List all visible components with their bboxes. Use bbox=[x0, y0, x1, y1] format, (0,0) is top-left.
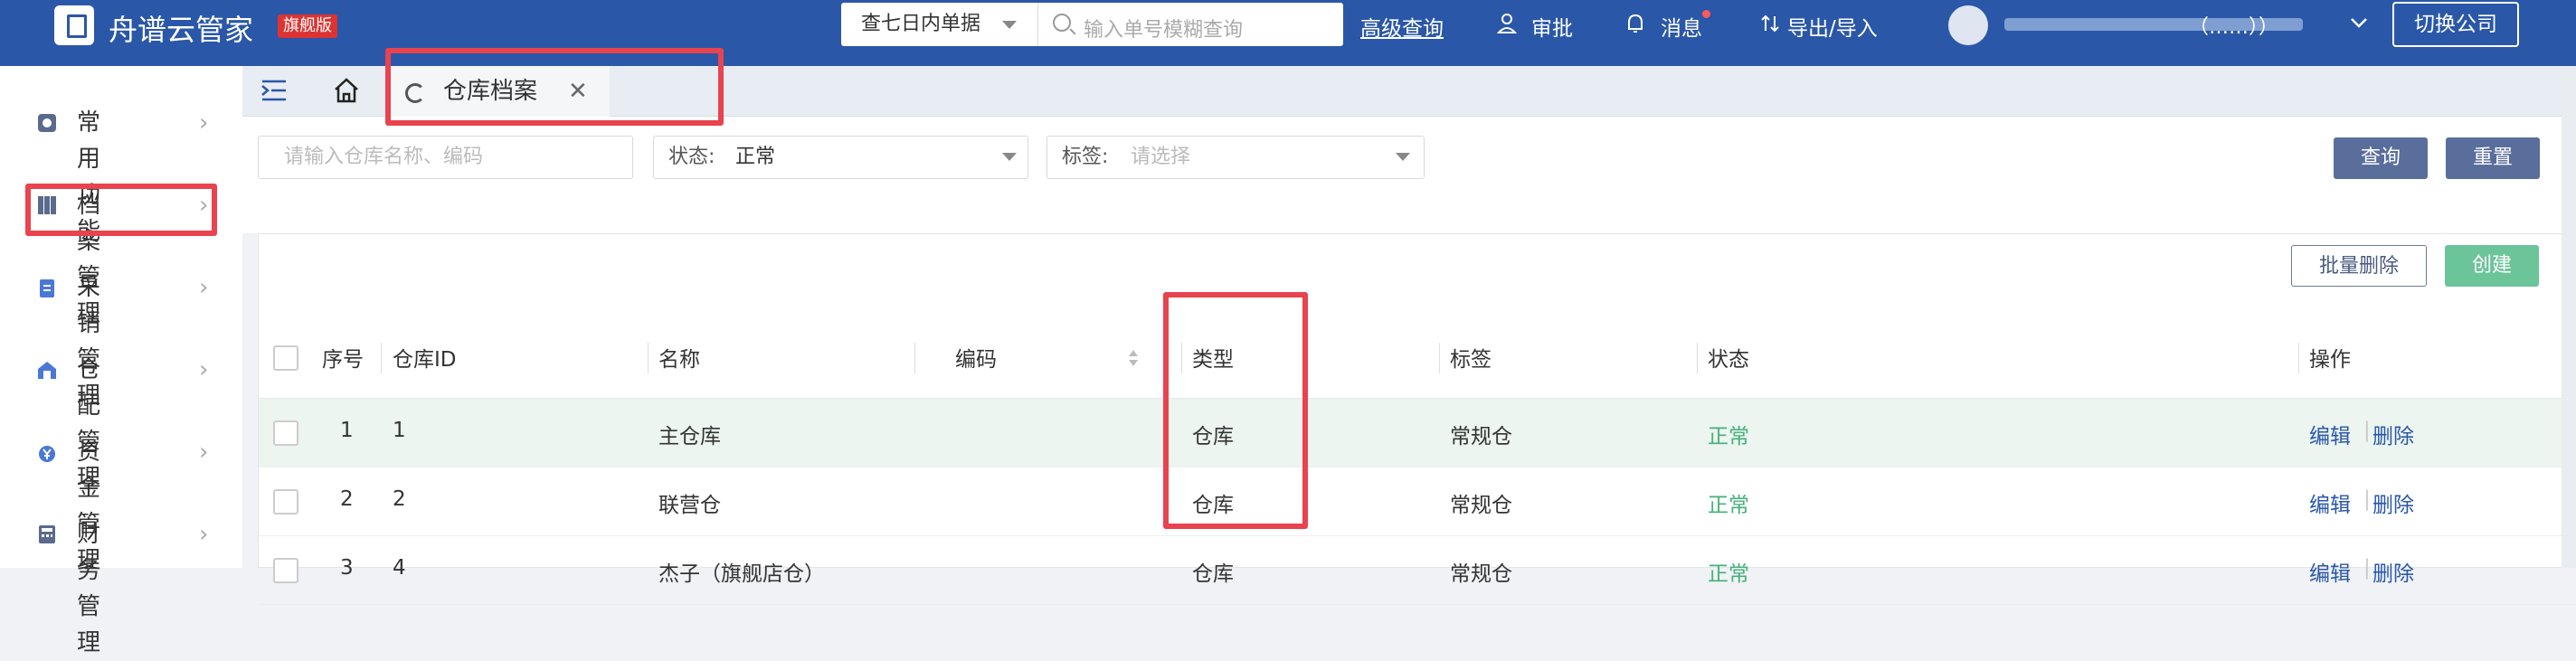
name-search-placeholder: 请输入仓库名称、编码 bbox=[284, 146, 484, 168]
money-bag-icon bbox=[39, 446, 55, 462]
warehouse-icon bbox=[38, 362, 56, 379]
edit-link[interactable]: 编辑 bbox=[2309, 487, 2351, 518]
cell-id: 2 bbox=[393, 487, 406, 511]
column-divider bbox=[1439, 343, 1440, 373]
status-select[interactable]: 状态: 正常 bbox=[653, 136, 1028, 179]
search-icon bbox=[1053, 14, 1071, 32]
cell-tag: 常规仓 bbox=[1450, 425, 1512, 449]
app-logo-icon bbox=[54, 5, 94, 45]
cell-status: 正常 bbox=[1708, 562, 1749, 586]
approval-link[interactable]: 审批 bbox=[1531, 11, 1573, 42]
column-divider bbox=[914, 343, 915, 373]
sort-arrows-icon bbox=[1761, 14, 1779, 33]
status-value: 正常 bbox=[735, 146, 776, 168]
cell-status: 正常 bbox=[1708, 425, 1749, 449]
chevron-down-icon[interactable] bbox=[2350, 16, 2368, 29]
bell-icon bbox=[1628, 14, 1643, 33]
tag-select[interactable]: 标签: 请选择 bbox=[1046, 136, 1425, 179]
cell-name: 联营仓 bbox=[658, 494, 721, 517]
table-row[interactable]: 2 2 联营仓 仓库 常规仓 正常 编辑 | 删除 bbox=[259, 467, 2576, 536]
cell-tag: 常规仓 bbox=[1450, 494, 1512, 517]
delete-link[interactable]: 删除 bbox=[2372, 556, 2414, 587]
search-input[interactable]: 输入单号模糊查询 bbox=[1084, 14, 1243, 42]
query-button[interactable]: 查询 bbox=[2334, 137, 2428, 179]
select-all-checkbox[interactable] bbox=[273, 345, 298, 371]
cell-status: 正常 bbox=[1708, 494, 1749, 517]
home-icon[interactable] bbox=[333, 77, 360, 104]
name-search-input[interactable]: 请输入仓库名称、编码 bbox=[258, 136, 633, 179]
cell-id: 1 bbox=[393, 419, 406, 442]
action-divider: | bbox=[2363, 487, 2371, 511]
chevron-right-icon: › bbox=[199, 274, 209, 301]
highlight-box-tab bbox=[385, 48, 724, 126]
chevron-right-icon: › bbox=[199, 356, 209, 383]
batch-delete-button[interactable]: 批量删除 bbox=[2291, 245, 2427, 287]
edition-badge: 旗舰版 bbox=[278, 14, 337, 38]
row-checkbox[interactable] bbox=[273, 558, 298, 583]
tag-placeholder: 请选择 bbox=[1131, 146, 1191, 168]
header-code: 编码 bbox=[955, 348, 997, 372]
table-panel: 批量删除 创建 序号 仓库ID 名称 编码 类型 标签 状态 操作 1 1 主仓… bbox=[258, 233, 2576, 605]
header-status: 状态 bbox=[1708, 348, 1749, 372]
cell-index: 3 bbox=[340, 556, 354, 580]
table-row[interactable]: 1 1 主仓库 仓库 常规仓 正常 编辑 | 删除 bbox=[259, 399, 2576, 467]
column-divider bbox=[648, 343, 649, 373]
column-divider bbox=[1697, 343, 1698, 373]
caret-down-icon bbox=[1002, 153, 1017, 168]
sidebar-item-label: 财务管理 bbox=[77, 521, 101, 656]
cell-tag: 常规仓 bbox=[1450, 562, 1512, 586]
tag-label: 标签: bbox=[1062, 146, 1109, 168]
caret-down-icon bbox=[1396, 153, 1410, 168]
export-import-link[interactable]: 导出/导入 bbox=[1787, 11, 1878, 42]
action-divider: | bbox=[2363, 556, 2371, 580]
delete-link[interactable]: 删除 bbox=[2372, 419, 2414, 449]
avatar[interactable] bbox=[1948, 5, 1988, 45]
search-scope-select[interactable]: 查七日内单据 bbox=[841, 3, 1038, 46]
messages-link[interactable]: 消息 bbox=[1661, 11, 1702, 42]
cell-id: 4 bbox=[393, 556, 406, 580]
action-divider: | bbox=[2363, 419, 2371, 442]
app-name: 舟谱云管家 bbox=[109, 13, 254, 47]
header-tag: 标签 bbox=[1450, 348, 1492, 372]
calculator-icon bbox=[39, 525, 55, 543]
clipboard-icon bbox=[40, 279, 54, 297]
message-dot bbox=[1702, 10, 1710, 18]
row-checkbox[interactable] bbox=[273, 489, 298, 515]
collapse-menu-icon[interactable] bbox=[260, 79, 288, 102]
header-id: 仓库ID bbox=[393, 348, 457, 372]
header-index: 序号 bbox=[322, 348, 364, 372]
reset-button[interactable]: 重置 bbox=[2446, 137, 2540, 179]
cell-name: 杰子（旗舰店仓） bbox=[658, 562, 825, 586]
approval-icon bbox=[1497, 14, 1517, 33]
advanced-search-link[interactable]: 高级查询 bbox=[1360, 11, 1444, 42]
cell-type: 仓库 bbox=[1192, 562, 1234, 586]
header-name: 名称 bbox=[658, 348, 700, 372]
column-divider bbox=[381, 343, 382, 373]
edit-link[interactable]: 编辑 bbox=[2309, 556, 2351, 587]
common-functions-icon bbox=[38, 114, 56, 132]
sidebar: 常用功能 › 档案管理 › 采销管理 › 仓配管理 › 资金管理 › 财务管理 … bbox=[0, 66, 242, 656]
switch-company-button[interactable]: 切换公司 bbox=[2392, 2, 2519, 47]
chevron-right-icon: › bbox=[199, 109, 209, 137]
status-label: 状态: bbox=[668, 146, 715, 168]
delete-link[interactable]: 删除 bbox=[2372, 487, 2414, 518]
sort-icon[interactable] bbox=[1127, 348, 1140, 368]
chevron-right-icon: › bbox=[199, 439, 209, 466]
row-checkbox[interactable] bbox=[273, 420, 298, 446]
edit-link[interactable]: 编辑 bbox=[2309, 419, 2351, 449]
column-divider bbox=[2298, 343, 2299, 373]
highlight-box-sidebar bbox=[25, 184, 217, 236]
cell-index: 1 bbox=[340, 419, 354, 442]
header-ops: 操作 bbox=[2309, 348, 2351, 372]
table-header: 序号 仓库ID 名称 编码 类型 标签 状态 操作 bbox=[259, 317, 2576, 399]
global-search: 查七日内单据 输入单号模糊查询 bbox=[841, 3, 1343, 46]
table-row[interactable]: 3 4 杰子（旗舰店仓） 仓库 常规仓 正常 编辑 | 删除 bbox=[259, 536, 2576, 605]
cell-name: 主仓库 bbox=[658, 425, 721, 449]
scrollbar[interactable] bbox=[2562, 66, 2576, 568]
cell-index: 2 bbox=[340, 487, 354, 511]
create-button[interactable]: 创建 bbox=[2445, 245, 2539, 287]
highlight-box-type-column bbox=[1163, 292, 1308, 529]
user-name-suffix: （……）） bbox=[2189, 16, 2279, 39]
chevron-right-icon: › bbox=[199, 521, 209, 548]
